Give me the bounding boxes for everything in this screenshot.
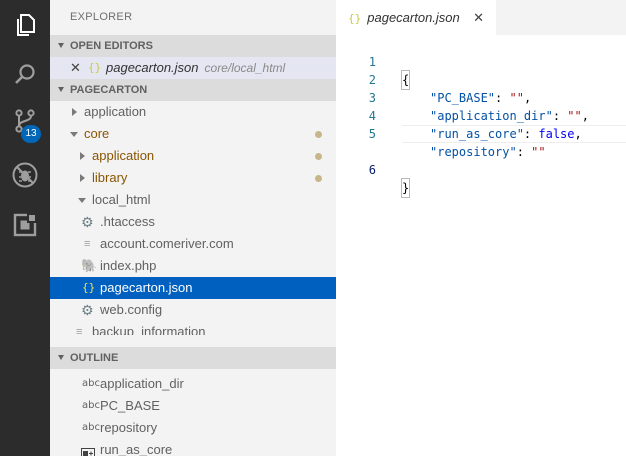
file-lines-icon: ≡ [84,238,91,250]
json-key: "repository" [430,145,517,159]
json-braces-icon: {} [82,281,96,294]
chevron-down-icon [70,132,78,137]
extensions-icon[interactable] [10,210,40,240]
php-elephant-icon: 🐘 [81,258,98,273]
json-colon: : [516,145,532,159]
outline-item-run-as-core[interactable]: run_as_core [50,439,336,456]
project-title: PAGECARTON [70,84,148,96]
explorer-sidebar: EXPLORER OPEN EDITORS ✕ {} pagecarton.js… [50,0,336,456]
tree-item-label: .htaccess [100,214,155,229]
json-value: "" [531,145,546,159]
open-editors-header[interactable]: OPEN EDITORS [50,35,336,57]
chevron-down-icon [58,87,64,92]
code-line-1: 1 { [336,35,626,90]
activity-bar: 13 [0,0,50,456]
outline-item-repository[interactable]: abc repository [50,417,336,439]
gear-icon: ⚙ [81,214,94,230]
close-icon[interactable]: ✕ [473,0,484,35]
modified-dot [315,175,322,182]
tree-item-label: local_html [92,192,151,207]
outline-item-label: repository [100,420,158,435]
tree-item-index-php[interactable]: 🐘 index.php [50,255,336,277]
editor-tabs: {} pagecarton.json ✕ [336,0,626,35]
file-tree: application core application library loc… [50,101,336,347]
chevron-right-icon [80,152,85,160]
tree-item-label: application [92,148,155,163]
tree-item-label: backup_information [92,324,206,335]
code-line-6: 6 } [336,125,626,198]
tree-item-label: application [84,104,147,119]
source-control-badge: 13 [21,125,41,143]
tree-item-core-application[interactable]: application [50,145,336,167]
line-number: 6 [368,163,376,177]
project-header[interactable]: PAGECARTON [50,79,336,101]
close-brace: } [400,178,411,198]
outline-title: OUTLINE [70,352,119,364]
tree-item-htaccess[interactable]: ⚙ .htaccess [50,211,336,233]
editor-area: {} pagecarton.json ✕ 1 { 2 "PC_BASE": "",… [336,0,626,456]
current-line-highlight [402,125,626,143]
outline-item-pc-base[interactable]: abc PC_BASE [50,395,336,417]
tree-item-label: web.config [100,302,163,317]
modified-dot [315,153,322,160]
json-braces-icon: {} [348,12,362,25]
tree-item-web-config[interactable]: ⚙ web.config [50,299,336,321]
boolean-icon [81,444,95,456]
tree-item-label: index.php [100,258,157,273]
chevron-down-icon [58,43,64,48]
tree-item-pagecarton-json[interactable]: {} pagecarton.json [50,277,336,299]
sidebar-title: EXPLORER [70,11,133,23]
tree-item-backup-information[interactable]: ≡ backup_information [50,321,336,335]
tree-item-account[interactable]: ≡ account.comeriver.com [50,233,336,255]
debug-icon[interactable] [10,160,40,190]
code-line-2: 2 "PC_BASE": "", [336,53,626,105]
outline-item-label: PC_BASE [100,398,160,413]
open-editor-name: pagecarton.json [106,60,199,75]
gear-icon: ⚙ [81,302,94,318]
tree-item-library[interactable]: library [50,167,336,189]
outline-item-label: application_dir [100,376,184,391]
tab-pagecarton-json[interactable]: {} pagecarton.json ✕ [336,0,496,35]
code-line-4: 4 "run_as_core": false, [336,89,626,141]
abc-string-icon: abc [82,422,100,433]
tree-item-local-html[interactable]: local_html [50,189,336,211]
file-lines-icon: ≡ [76,326,83,335]
chevron-down-icon [58,355,64,360]
outline-item-label: run_as_core [100,442,173,456]
abc-string-icon: abc [82,400,100,411]
code-line-3: 3 "application_dir": "", [336,71,626,123]
tree-item-application[interactable]: application [50,101,336,123]
chevron-right-icon [72,108,77,116]
modified-dot [315,131,322,138]
tree-item-label: account.comeriver.com [100,236,234,251]
explorer-files-icon[interactable] [10,10,40,40]
outline-item-application-dir[interactable]: abc application_dir [50,373,336,395]
open-editor-description: core/local_html [204,61,286,75]
open-editors-title: OPEN EDITORS [70,40,153,52]
tree-item-core[interactable]: core [50,123,336,145]
tree-item-label: core [84,126,110,141]
code-line-5: 5 "repository": "" [336,107,626,159]
tree-item-label: pagecarton.json [100,280,193,295]
chevron-right-icon [80,174,85,182]
open-editor-item[interactable]: ✕ {} pagecarton.json core/local_html [50,57,336,79]
abc-string-icon: abc [82,378,100,389]
code-editor[interactable]: 1 { 2 "PC_BASE": "", 3 "application_dir"… [336,35,626,198]
tree-item-label: library [92,170,128,185]
outline-header[interactable]: OUTLINE [50,347,336,369]
chevron-down-icon [78,198,86,203]
json-braces-icon: {} [88,61,102,74]
close-icon[interactable]: ✕ [70,57,81,79]
search-icon[interactable] [10,60,40,90]
tab-label: pagecarton.json [367,10,460,25]
